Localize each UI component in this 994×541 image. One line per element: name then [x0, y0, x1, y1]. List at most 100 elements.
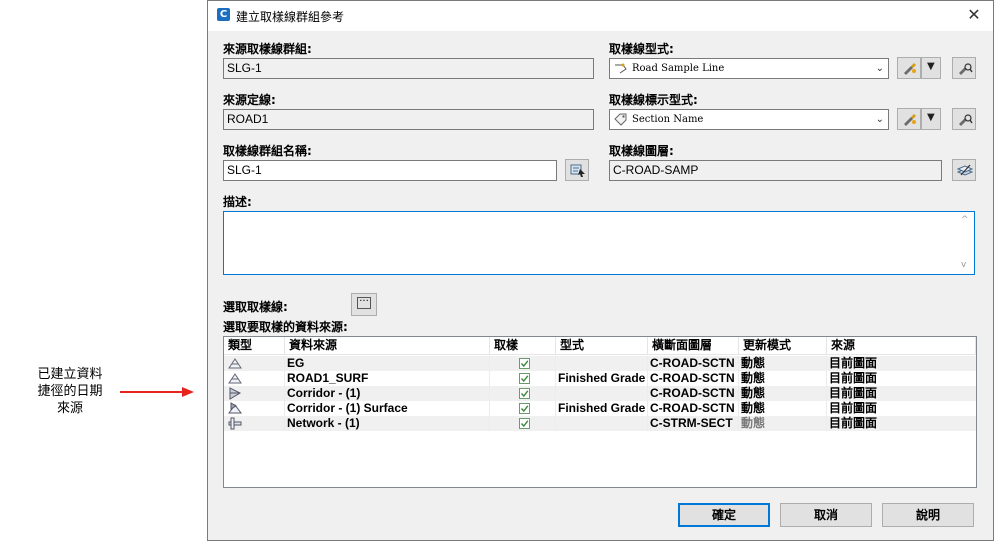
source-alignment-label: 來源定線:	[223, 93, 276, 107]
ellipsis-icon: ···	[357, 297, 371, 309]
label-style-label: 取樣線標示型式:	[609, 93, 698, 107]
column-header-section-layer[interactable]: 橫斷面圖層	[648, 337, 739, 355]
chevron-down-icon: ⌄	[875, 63, 884, 74]
update-mode-cell: 動態	[739, 416, 827, 431]
cancel-button[interactable]: 取消	[780, 503, 872, 527]
help-button[interactable]: 說明	[882, 503, 974, 527]
surface-icon	[228, 373, 242, 384]
update-mode-cell[interactable]: 動態	[739, 356, 827, 371]
layer-cell[interactable]: C-ROAD-SCTN	[648, 386, 739, 401]
table-row[interactable]: ROAD1_SURF Finished Grade C-ROAD-SCTN 動態…	[224, 371, 976, 386]
surface-icon	[228, 358, 242, 369]
callout-line-2: 捷徑的日期	[37, 384, 103, 399]
sample-line-style-icon	[615, 63, 627, 74]
origin-cell: 目前圖面	[829, 401, 878, 415]
origin-cell: 目前圖面	[829, 371, 878, 385]
layer-cell[interactable]: C-ROAD-SCTN	[648, 356, 739, 371]
column-header-sample[interactable]: 取樣	[490, 337, 556, 355]
sample-cell	[490, 371, 556, 386]
type-cell	[224, 371, 285, 386]
source-alignment-field: ROAD1	[223, 109, 594, 130]
create-sample-line-group-reference-dialog: C 建立取樣線群組參考 ✕ 來源取樣線群組: SLG-1 來源定線: ROAD1…	[207, 0, 994, 541]
group-name-input[interactable]: SLG-1	[223, 160, 557, 181]
description-textarea[interactable]: ^ v	[223, 211, 975, 275]
checkmark-icon	[520, 375, 529, 383]
callout-arrow-icon	[120, 387, 194, 397]
select-sample-lines-button[interactable]: ···	[351, 293, 377, 316]
pipe-network-icon	[228, 417, 242, 430]
edit-style-icon	[904, 114, 916, 126]
style-select-value: Road Sample Line	[632, 63, 725, 74]
style-cell[interactable]	[556, 416, 648, 431]
scroll-up-icon[interactable]: ^	[961, 215, 969, 225]
layer-cell[interactable]: C-STRM-SECT	[648, 416, 739, 431]
column-header-source[interactable]: 資料來源	[285, 337, 490, 355]
source-cell: Corridor - (1)	[285, 386, 490, 401]
style-cell[interactable]	[556, 386, 648, 401]
style-select[interactable]: Road Sample Line ⌄	[609, 58, 889, 79]
select-layer-button[interactable]	[952, 159, 976, 181]
style-options-dropdown[interactable]: ▼	[921, 57, 941, 79]
type-cell	[224, 356, 285, 371]
label-style-options-dropdown[interactable]: ▼	[921, 108, 941, 130]
style-cell[interactable]: Finished Grade	[556, 371, 648, 386]
label-style-select[interactable]: Section Name ⌄	[609, 109, 889, 130]
style-cell[interactable]	[556, 356, 648, 371]
checkmark-icon	[520, 390, 529, 398]
close-button[interactable]: ✕	[961, 4, 987, 26]
source-cell: Network - (1)	[285, 416, 490, 431]
checkmark-icon	[520, 420, 529, 428]
origin-cell: 目前圖面	[829, 416, 878, 430]
select-sample-lines-label: 選取取樣線:	[223, 300, 288, 314]
corridor-icon	[229, 387, 242, 400]
edit-style-button[interactable]	[897, 57, 921, 79]
description-label: 描述:	[223, 195, 252, 209]
table-row[interactable]: EG C-ROAD-SCTN 動態 目前圖面	[224, 356, 976, 371]
callout-line-1: 已建立資料	[37, 367, 103, 382]
preview-label-style-button[interactable]	[952, 108, 976, 130]
update-mode-cell[interactable]: 動態	[739, 401, 827, 416]
pick-name-button[interactable]	[565, 159, 589, 181]
sample-checkbox[interactable]	[519, 403, 530, 414]
ok-button[interactable]: 確定	[678, 503, 770, 527]
sample-cell	[490, 401, 556, 416]
update-mode-cell[interactable]: 動態	[739, 371, 827, 386]
dropdown-arrow-icon: ▼	[927, 112, 935, 123]
layers-icon	[957, 164, 973, 176]
chevron-down-icon: ⌄	[875, 114, 884, 125]
column-header-update-mode[interactable]: 更新模式	[739, 337, 827, 355]
sample-checkbox[interactable]	[519, 358, 530, 369]
preview-style-icon	[959, 63, 973, 75]
sample-checkbox[interactable]	[519, 388, 530, 399]
column-header-type[interactable]: 類型	[224, 337, 285, 355]
dialog-title: 建立取樣線群組參考	[236, 10, 345, 24]
layer-label: 取樣線圖層:	[609, 144, 674, 158]
sample-sources-grid[interactable]: 類型 資料來源 取樣 型式 橫斷面圖層 更新模式 來源 EG C-ROAD-SC…	[223, 336, 977, 488]
label-style-icon	[614, 113, 627, 126]
type-cell	[224, 386, 285, 401]
description-scrollbar[interactable]: ^ v	[958, 212, 974, 274]
preview-style-button[interactable]	[952, 57, 976, 79]
column-header-style[interactable]: 型式	[556, 337, 648, 355]
layer-cell[interactable]: C-ROAD-SCTN	[648, 371, 739, 386]
sample-checkbox[interactable]	[519, 373, 530, 384]
edit-label-style-button[interactable]	[897, 108, 921, 130]
grid-header: 類型 資料來源 取樣 型式 橫斷面圖層 更新模式 來源	[224, 337, 976, 355]
layer-field: C-ROAD-SAMP	[609, 160, 942, 181]
scroll-down-icon[interactable]: v	[961, 260, 966, 270]
layer-cell[interactable]: C-ROAD-SCTN	[648, 401, 739, 416]
table-row[interactable]: Corridor - (1) C-ROAD-SCTN 動態 目前圖面	[224, 386, 976, 401]
source-group-label: 來源取樣線群組:	[223, 42, 312, 56]
style-cell[interactable]: Finished Grade	[556, 401, 648, 416]
column-header-origin[interactable]: 來源	[827, 337, 976, 355]
table-row[interactable]: Corridor - (1) Surface Finished Grade C-…	[224, 401, 976, 416]
update-mode-cell[interactable]: 動態	[739, 386, 827, 401]
checkmark-icon	[520, 405, 529, 413]
type-cell	[224, 401, 285, 416]
source-cell: Corridor - (1) Surface	[285, 401, 490, 416]
edit-style-icon	[904, 63, 916, 75]
table-row[interactable]: Network - (1) C-STRM-SECT 動態 目前圖面	[224, 416, 976, 431]
corridor-surface-icon	[228, 402, 242, 414]
sample-checkbox[interactable]	[519, 418, 530, 429]
callout-note: 已建立資料 捷徑的日期 來源	[26, 366, 114, 417]
